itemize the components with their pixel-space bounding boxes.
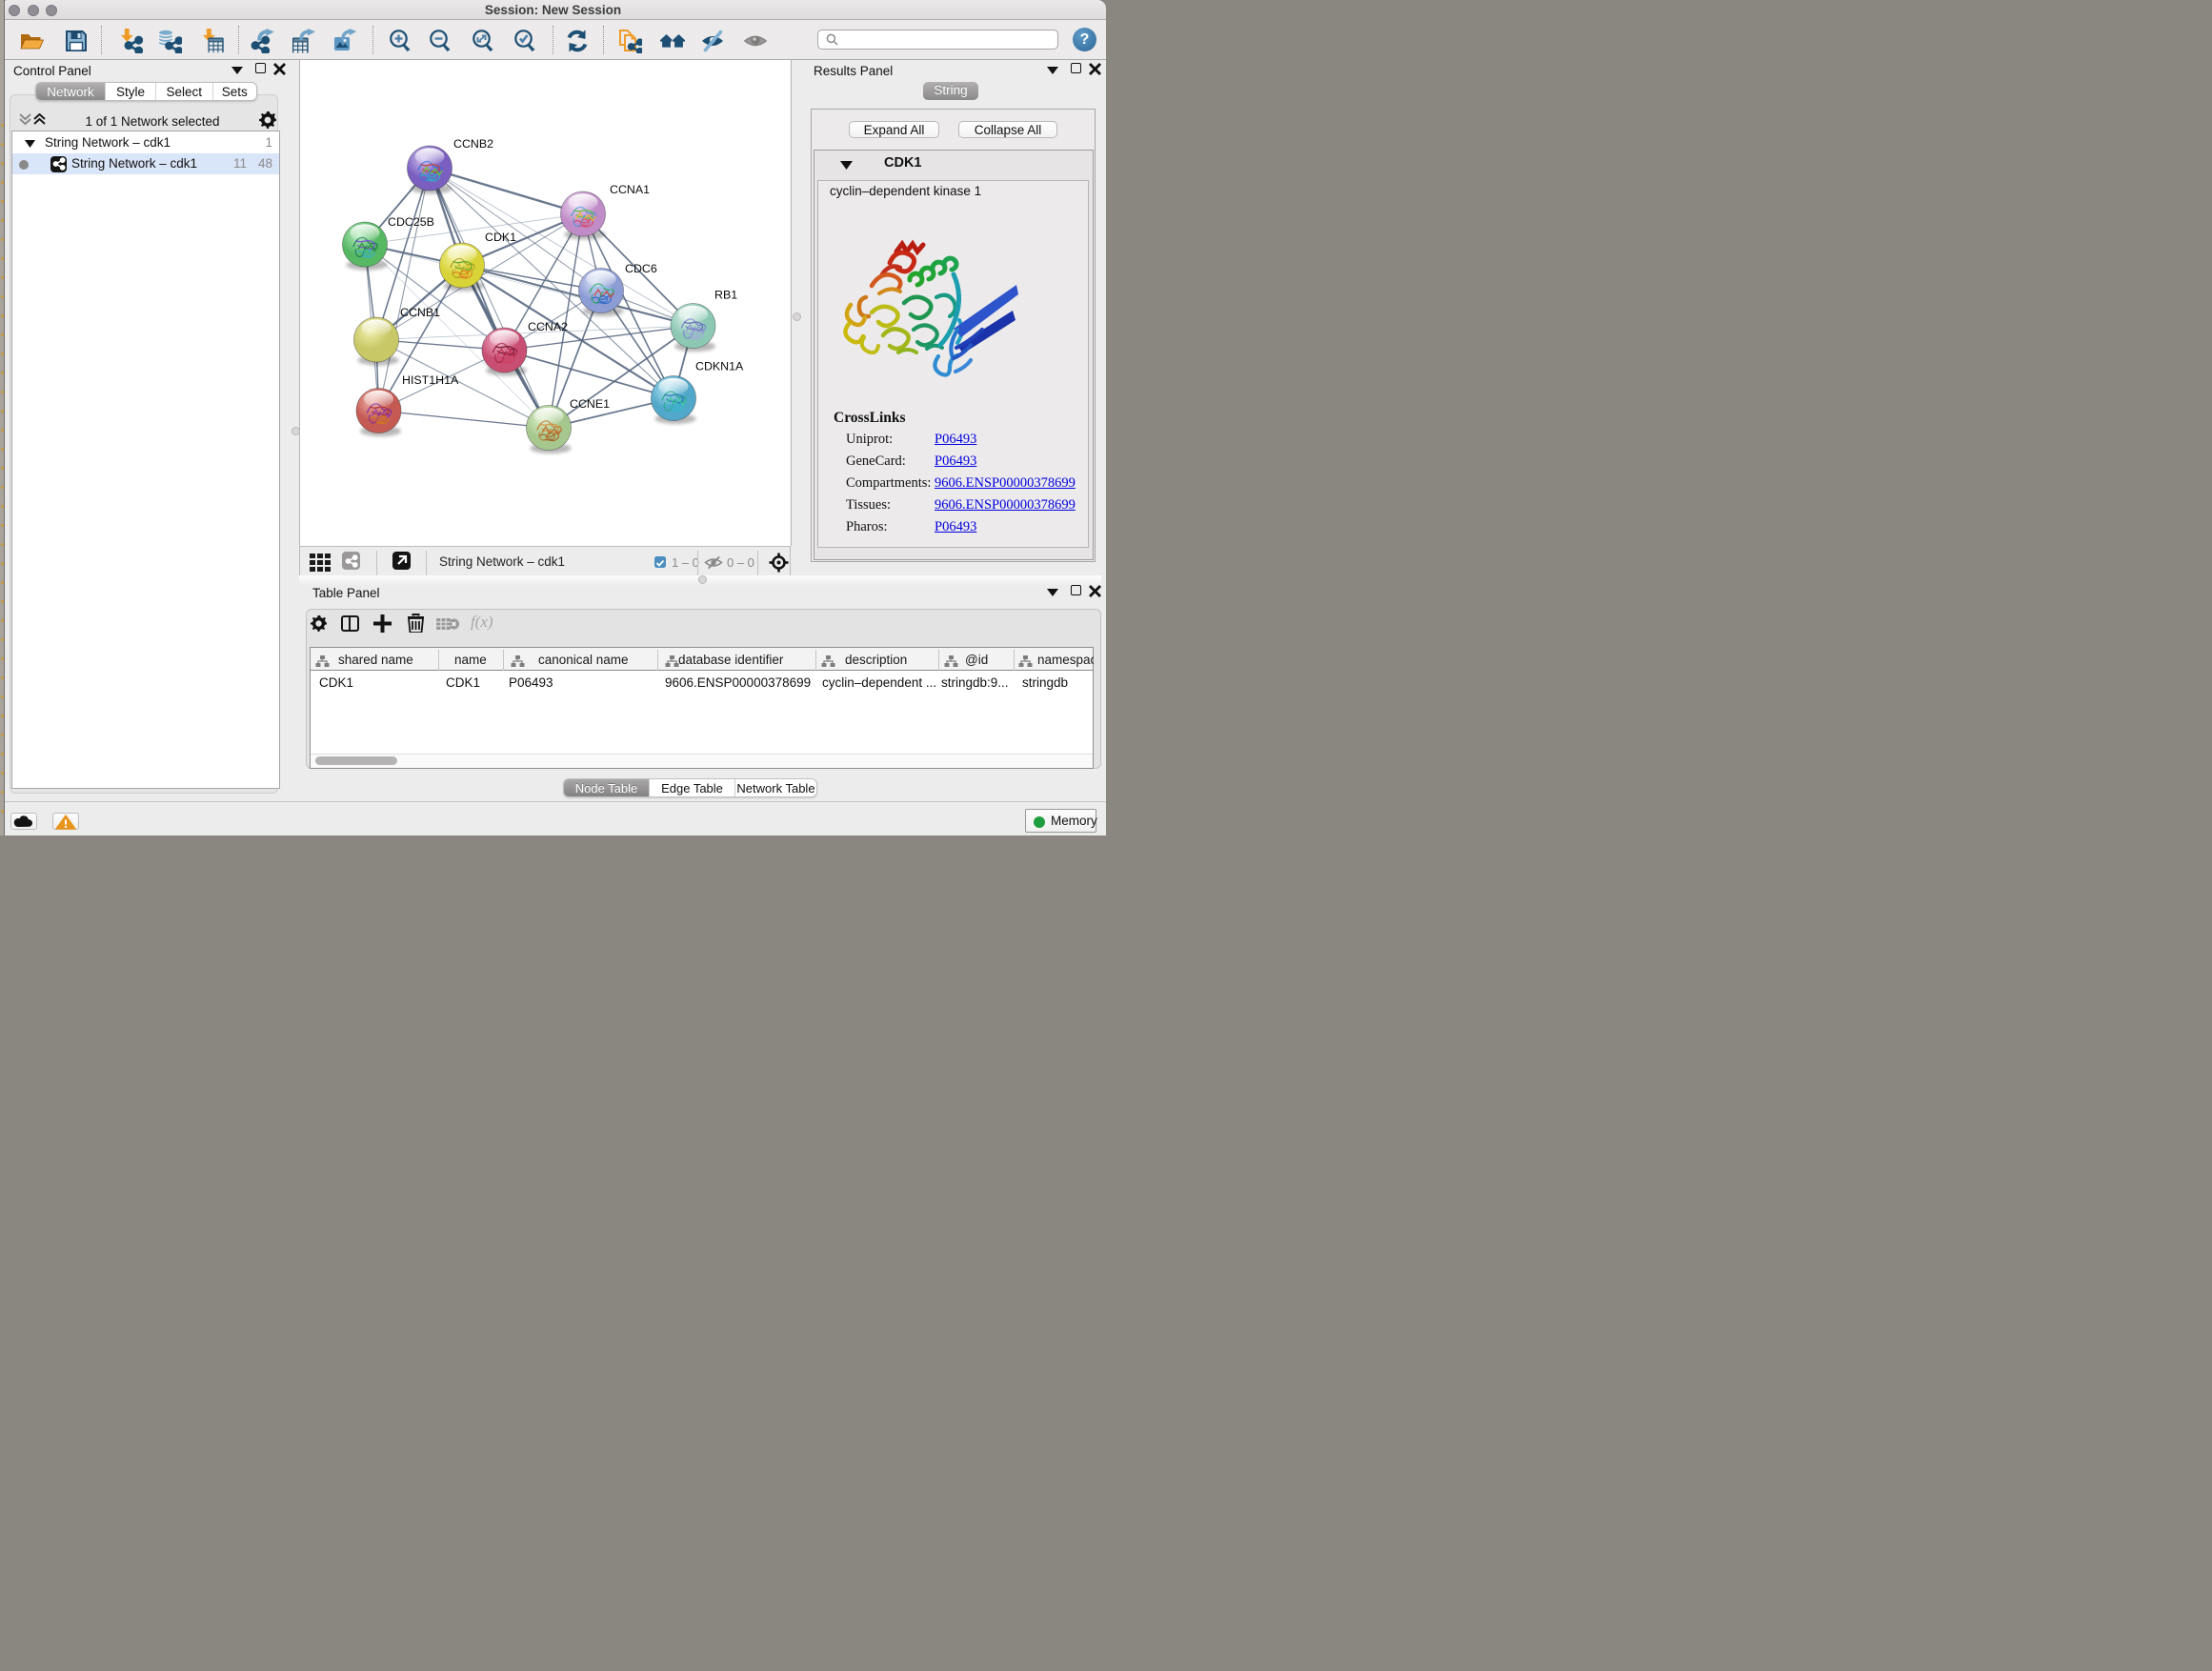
svg-text:CDK1: CDK1 (485, 231, 516, 244)
svg-text:CDC6: CDC6 (625, 262, 657, 275)
svg-text:CDC25B: CDC25B (388, 215, 434, 229)
svg-text:CCNB1: CCNB1 (400, 306, 440, 319)
svg-text:HIST1H1A: HIST1H1A (402, 373, 459, 387)
svg-text:CCNB2: CCNB2 (453, 137, 493, 151)
svg-text:CCNA1: CCNA1 (610, 183, 650, 196)
svg-text:CCNE1: CCNE1 (570, 397, 610, 411)
svg-text:RB1: RB1 (714, 289, 737, 302)
svg-text:CDKN1A: CDKN1A (695, 360, 744, 373)
svg-text:CCNA2: CCNA2 (528, 320, 568, 333)
